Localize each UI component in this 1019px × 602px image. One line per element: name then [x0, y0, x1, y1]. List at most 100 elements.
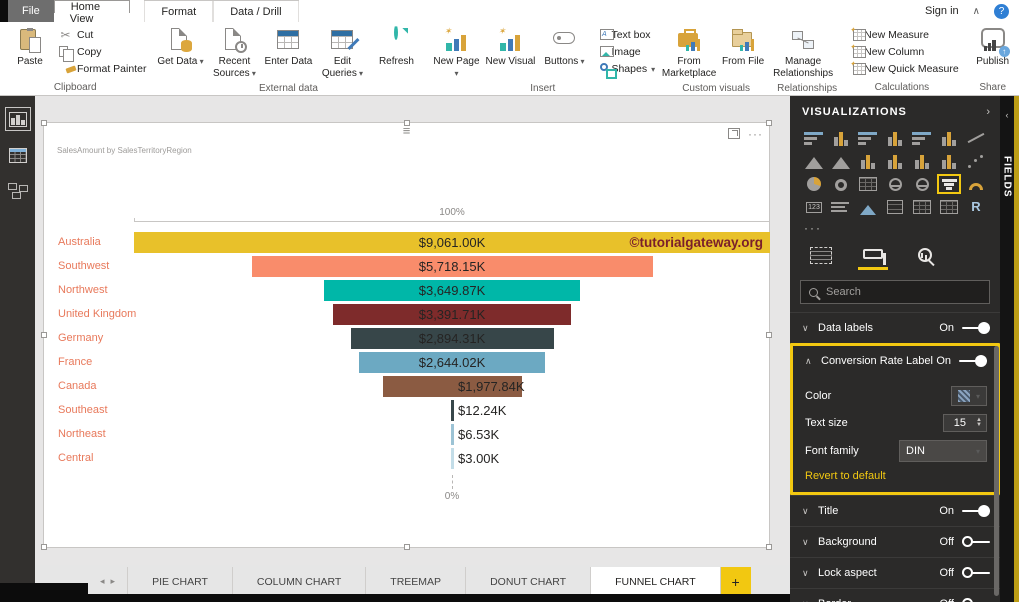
image-button[interactable]: Image — [592, 45, 655, 59]
line-and-clustered-column-chart-icon[interactable] — [883, 151, 907, 171]
ribbon-tab-data-drill[interactable]: Data / Drill — [213, 1, 298, 22]
gauge-icon[interactable] — [964, 174, 988, 194]
report-canvas[interactable]: ≡ ··· SalesAmount by SalesTerritoryRegio… — [35, 96, 790, 565]
shapes-button[interactable]: Shapes▾ — [592, 62, 655, 76]
report-view-icon[interactable] — [6, 108, 30, 130]
filled-map-icon[interactable] — [910, 174, 934, 194]
prev-page-icon[interactable]: ◂ — [100, 576, 105, 587]
new-measure-button[interactable]: New Measure — [845, 28, 959, 42]
collapse-ribbon-icon[interactable]: ∧ — [973, 6, 980, 17]
stacked-bar-chart-icon[interactable] — [802, 128, 826, 148]
new-visual-button[interactable]: ✶New Visual — [484, 24, 536, 71]
toggle-lock-aspect[interactable] — [962, 567, 990, 579]
edit-queries-button[interactable]: Edit Queries ▾ — [316, 24, 368, 82]
r-script-visual-icon[interactable]: R — [964, 197, 988, 217]
page-tab-funnel-chart[interactable]: FUNNEL CHART — [591, 567, 721, 596]
stacked-column-chart-icon[interactable] — [829, 128, 853, 148]
toggle-background[interactable] — [962, 536, 990, 548]
funnel-bar[interactable] — [451, 448, 454, 469]
donut-chart-icon[interactable] — [829, 174, 853, 194]
section-header-border[interactable]: ∨BorderOff — [790, 589, 1000, 602]
scatter-chart-icon[interactable] — [964, 151, 988, 171]
text-size-stepper[interactable]: 15▲▼ — [943, 414, 987, 432]
page-tab-pie-chart[interactable]: PIE CHART — [128, 567, 233, 596]
treemap-icon[interactable] — [856, 174, 880, 194]
multi-row-card-icon[interactable] — [829, 197, 853, 217]
waterfall-chart-icon[interactable] — [937, 151, 961, 171]
paste-button[interactable]: Paste — [4, 24, 56, 71]
card-icon[interactable]: 123 — [802, 197, 826, 217]
100-stacked-column-chart-icon[interactable] — [937, 128, 961, 148]
map-icon[interactable] — [883, 174, 907, 194]
format-tab[interactable] — [860, 247, 886, 270]
resize-handle[interactable] — [404, 120, 410, 126]
data-view-icon[interactable] — [6, 144, 30, 166]
stepper-arrows-icon[interactable]: ▲▼ — [976, 418, 982, 428]
search-box[interactable] — [800, 280, 990, 304]
format-painter-button[interactable]: Format Painter — [58, 62, 146, 76]
section-header-lock-aspect[interactable]: ∨Lock aspectOff — [790, 558, 1000, 588]
model-view-icon[interactable] — [6, 180, 30, 202]
fields-pane-collapsed[interactable]: ‹ FIELDS — [1000, 96, 1014, 602]
page-tab-treemap[interactable]: TREEMAP — [366, 567, 466, 596]
from-marketplace-button[interactable]: From Marketplace — [663, 24, 715, 82]
clustered-column-chart-icon[interactable] — [883, 128, 907, 148]
funnel-bar[interactable] — [451, 400, 454, 421]
page-tab-column-chart[interactable]: COLUMN CHART — [233, 567, 366, 596]
section-header-background[interactable]: ∨BackgroundOff — [790, 527, 1000, 557]
sign-in-button[interactable]: Sign in — [925, 5, 959, 17]
color-picker-dropdown[interactable]: ▾ — [951, 386, 987, 406]
section-header-data-labels[interactable]: ∨Data labelsOn — [790, 313, 1000, 343]
clustered-bar-chart-icon[interactable] — [856, 128, 880, 148]
stacked-area-chart-icon[interactable] — [829, 151, 853, 171]
new-column-button[interactable]: New Column — [845, 45, 959, 59]
get-data-button[interactable]: Get Data ▾ — [154, 24, 206, 71]
new-quick-measure-button[interactable]: New Quick Measure — [845, 62, 959, 76]
cut-button[interactable]: ✂Cut — [58, 28, 146, 42]
funnel-bar[interactable] — [451, 424, 454, 445]
resize-handle[interactable] — [766, 120, 772, 126]
help-icon[interactable]: ? — [994, 4, 1009, 19]
toggle-title[interactable] — [962, 505, 990, 517]
font-family-dropdown[interactable]: DIN▾ — [899, 440, 987, 462]
line-and-stacked-column-chart-icon[interactable] — [856, 151, 880, 171]
section-header-conversion-rate-label[interactable]: ∧Conversion Rate LabelOn — [793, 346, 997, 376]
line-chart-icon[interactable] — [964, 128, 988, 148]
enter-data-button[interactable]: Enter Data — [262, 24, 314, 71]
buttons-button[interactable]: Buttons ▾ — [538, 24, 590, 71]
from-file-button[interactable]: From File — [717, 24, 769, 71]
100-stacked-bar-chart-icon[interactable] — [910, 128, 934, 148]
analytics-tab[interactable] — [912, 247, 938, 270]
copy-button[interactable]: Copy — [58, 45, 146, 59]
resize-handle[interactable] — [766, 332, 772, 338]
resize-handle[interactable] — [41, 332, 47, 338]
file-menu-button[interactable]: File — [8, 0, 54, 22]
new-page-button[interactable]: + — [721, 567, 751, 596]
area-chart-icon[interactable] — [802, 151, 826, 171]
pie-chart-icon[interactable] — [802, 174, 826, 194]
table-icon[interactable] — [910, 197, 934, 217]
resize-handle[interactable] — [41, 544, 47, 550]
pane-expand-icon[interactable]: › — [986, 106, 990, 118]
funnel-chart-visual[interactable]: ≡ ··· SalesAmount by SalesTerritoryRegio… — [43, 122, 770, 548]
publish-button[interactable]: ↑Publish — [967, 24, 1019, 71]
page-tab-donut-chart[interactable]: DONUT CHART — [466, 567, 591, 596]
toggle-conversion-rate-label[interactable] — [959, 355, 987, 367]
ribbon-tab-home[interactable]: Home — [54, 0, 131, 13]
slicer-icon[interactable] — [883, 197, 907, 217]
text-box-button[interactable]: AText box — [592, 28, 655, 42]
pane-scrollbar[interactable] — [994, 346, 999, 596]
toggle-border[interactable] — [962, 598, 990, 602]
refresh-button[interactable]: Refresh — [370, 24, 422, 71]
fields-tab[interactable] — [808, 247, 834, 270]
next-page-icon[interactable]: ▸ — [111, 576, 116, 587]
kpi-icon[interactable] — [856, 197, 880, 217]
resize-handle[interactable] — [404, 544, 410, 550]
fields-collapse-icon[interactable]: ‹ — [1000, 96, 1014, 120]
resize-handle[interactable] — [41, 120, 47, 126]
toggle-data-labels[interactable] — [962, 322, 990, 334]
search-input[interactable] — [826, 286, 981, 298]
resize-handle[interactable] — [766, 544, 772, 550]
revert-to-default-link[interactable]: Revert to default — [805, 470, 987, 482]
new-page-button[interactable]: ✶New Page ▾ — [430, 24, 482, 82]
